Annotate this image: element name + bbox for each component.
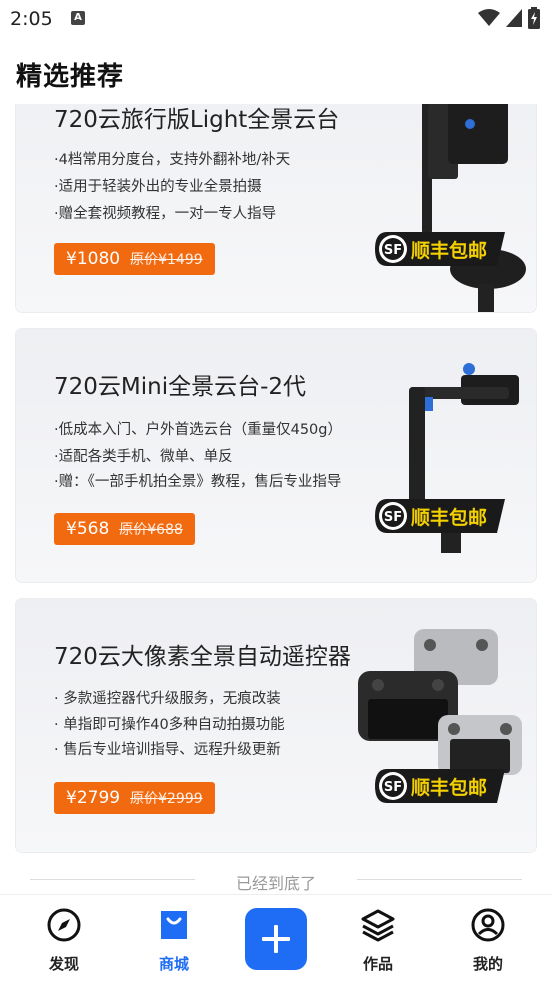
product-card-remote[interactable]: 720云大像素全景自动遥控器 · 多款遥控器代升级服务，无痕改装 · 单指即可操… (16, 599, 536, 852)
price-original: 原价¥2999 (130, 791, 203, 807)
status-icons (478, 7, 540, 29)
tab-label: 发现 (48, 955, 79, 973)
price-current: ¥2799 (66, 788, 121, 808)
product-feature: · 多款遥控器代升级服务，无痕改装 (54, 691, 281, 707)
page-title: 精选推荐 (16, 62, 125, 92)
page-header: 精选推荐 (0, 38, 552, 104)
signal-icon (506, 9, 522, 27)
wifi-icon (478, 9, 500, 26)
tab-label: 我的 (472, 955, 503, 973)
price-original: 原价¥688 (119, 522, 183, 538)
svg-text:SF: SF (384, 510, 402, 525)
product-title: 720云旅行版Light全景云台 (54, 107, 340, 133)
user-icon (471, 908, 505, 942)
add-button[interactable] (245, 908, 307, 970)
product-feature: · 售后专业培训指导、远程升级更新 (54, 742, 281, 758)
battery-icon (528, 7, 540, 29)
svg-text:SF: SF (384, 780, 402, 795)
tab-label: 商城 (158, 955, 189, 973)
gimbal-light-image (418, 104, 526, 312)
sf-badge-label: 顺丰包邮 (411, 240, 488, 262)
product-list[interactable]: 720云旅行版Light全景云台 ·4档常用分度台，支持外翻补地/补天 ·适用于… (0, 104, 552, 894)
product-feature: · 单指即可操作40多种自动拍摄功能 (54, 717, 285, 733)
tab-profile[interactable]: 我的 (453, 907, 523, 974)
tab-discover[interactable]: 发现 (29, 907, 99, 974)
compass-icon (47, 908, 81, 942)
product-feature: ·适用于轻装外出的专业全景拍摄 (54, 179, 262, 195)
product-card-light[interactable]: 720云旅行版Light全景云台 ·4档常用分度台，支持外翻补地/补天 ·适用于… (16, 104, 536, 312)
product-title: 720云大像素全景自动遥控器 (54, 644, 351, 670)
svg-text:SF: SF (384, 243, 402, 258)
sf-badge-label: 顺丰包邮 (411, 777, 488, 799)
product-feature: ·4档常用分度台，支持外翻补地/补天 (54, 152, 291, 168)
product-card-mini[interactable]: 720云Mini全景云台-2代 ·低成本入门、户外首选云台（重量仅450g） ·… (16, 329, 536, 582)
price-tag[interactable]: ¥2799 原价¥2999 (54, 782, 215, 814)
end-of-list-text: 已经到底了 (235, 874, 316, 893)
tab-works[interactable]: 作品 (343, 907, 413, 974)
product-feature: ·适配各类手机、微单、单反 (54, 449, 233, 465)
notification-icon: A (71, 11, 85, 25)
layers-icon (361, 909, 395, 942)
price-tag[interactable]: ¥1080 原价¥1499 (54, 243, 215, 275)
end-of-list: 已经到底了 (0, 864, 552, 894)
remote-controller-image (358, 629, 522, 775)
price-original: 原价¥1499 (130, 252, 203, 268)
status-time: 2:05 (10, 8, 53, 30)
product-title: 720云Mini全景云台-2代 (54, 374, 307, 400)
sf-badge-label: 顺丰包邮 (411, 507, 488, 529)
tab-label: 作品 (362, 955, 393, 973)
price-tag[interactable]: ¥568 原价¥688 (54, 513, 195, 545)
bottom-tab-bar: 发现 商城 作品 我的 (0, 894, 552, 981)
price-current: ¥568 (66, 519, 110, 539)
product-feature: ·低成本入门、户外首选云台（重量仅450g） (54, 422, 342, 438)
plus-icon (262, 925, 290, 953)
shopping-bag-icon (161, 911, 187, 939)
product-feature: ·赠：《一部手机拍全景》教程，售后专业指导 (54, 474, 342, 490)
product-feature: ·赠全套视频教程，一对一专人指导 (54, 206, 277, 222)
price-current: ¥1080 (66, 249, 121, 269)
status-bar: 2:05 A (0, 0, 552, 38)
tab-mall[interactable]: 商城 (139, 907, 209, 974)
